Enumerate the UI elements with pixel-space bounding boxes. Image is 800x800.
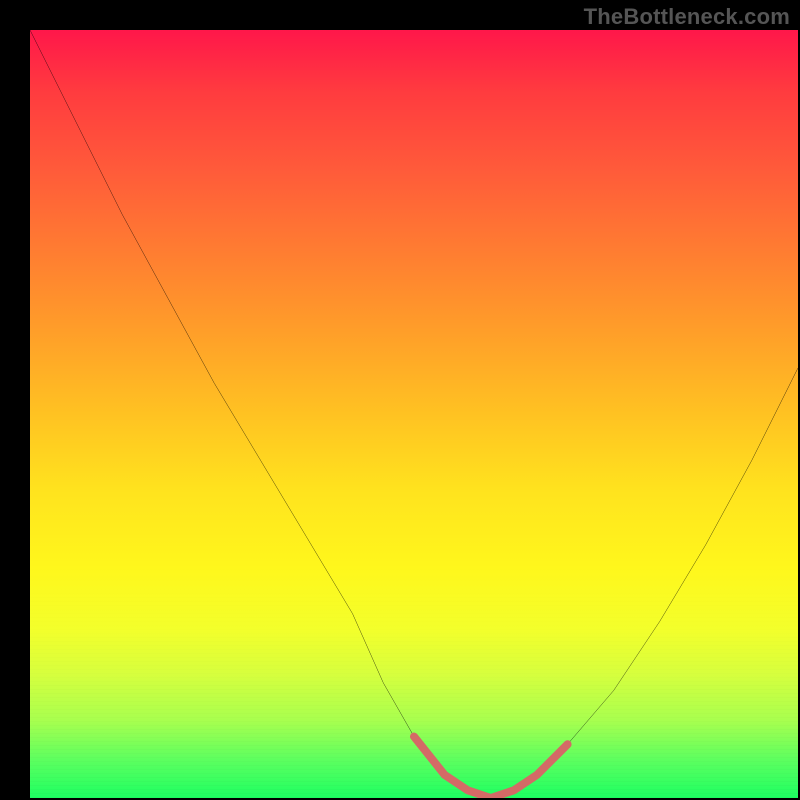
bottleneck-curve-line (30, 30, 798, 798)
curve-group (30, 30, 798, 798)
chart-stage: TheBottleneck.com (0, 0, 800, 800)
valley-highlight-line (414, 737, 568, 798)
watermark-label: TheBottleneck.com (584, 4, 790, 30)
bottleneck-curve-plot (30, 30, 798, 798)
